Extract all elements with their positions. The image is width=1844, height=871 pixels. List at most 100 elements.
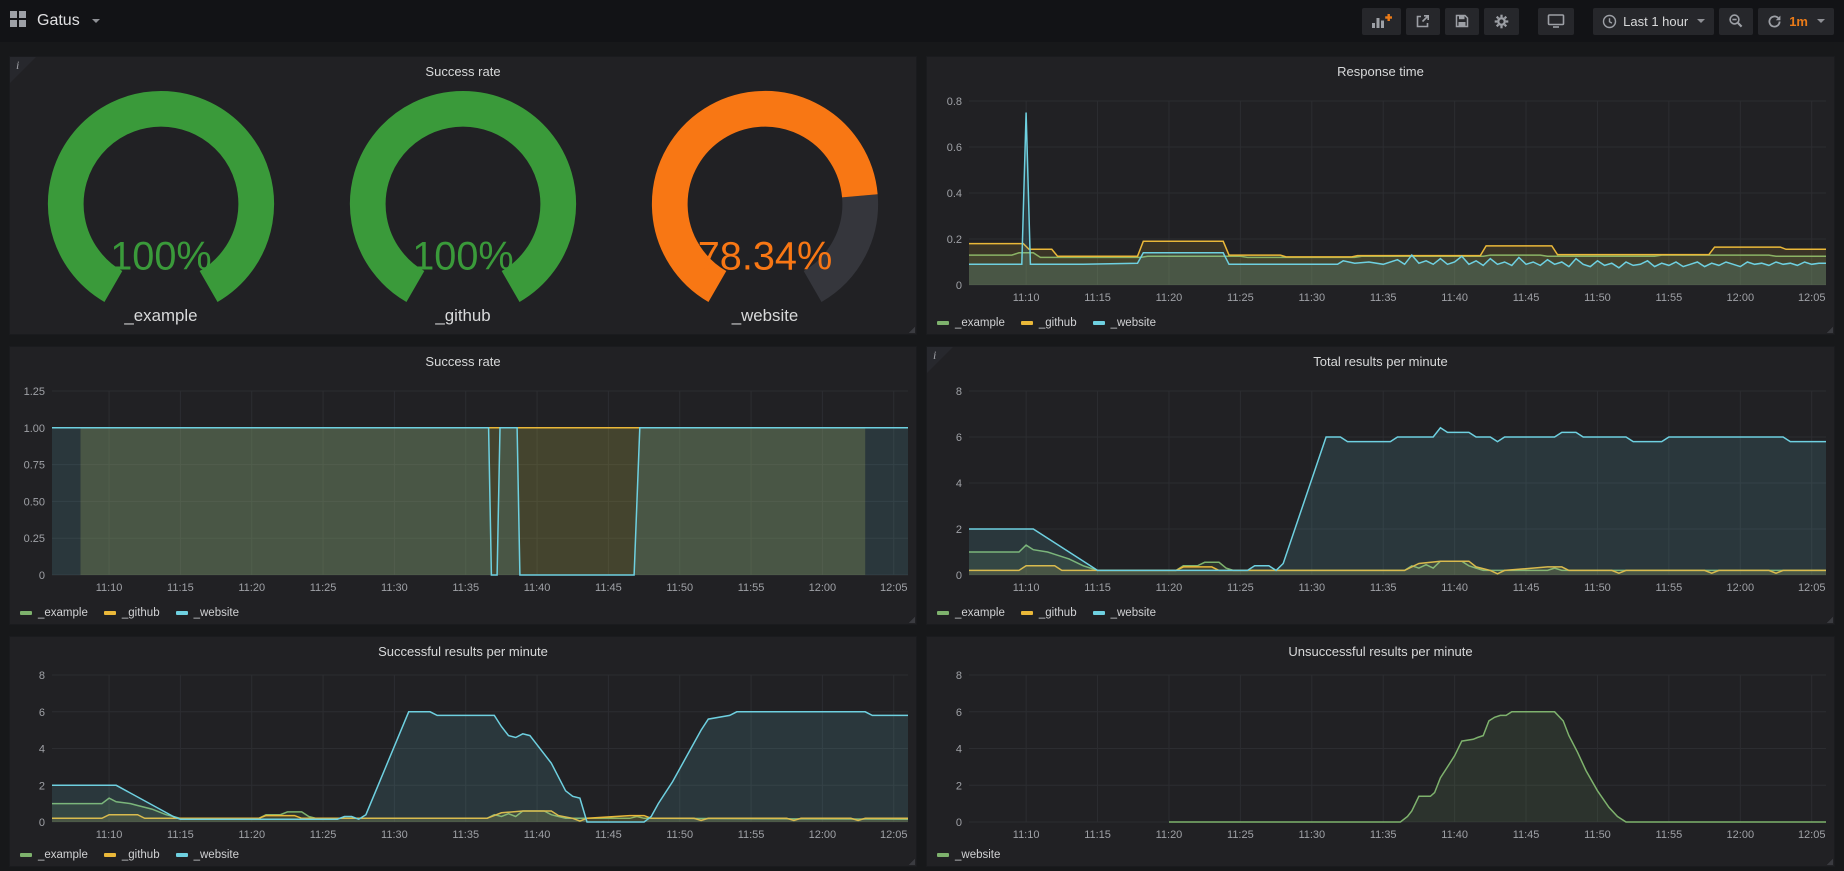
- legend-label: _example: [38, 607, 88, 619]
- y-axis-label: 0.75: [24, 460, 45, 472]
- legend-label: _website: [955, 849, 1000, 861]
- legend-label: _example: [955, 317, 1005, 329]
- top-navbar: Gatus: [0, 0, 1844, 42]
- chart-canvas[interactable]: 0246811:1011:1511:2011:2511:3011:3511:40…: [927, 375, 1834, 624]
- panel-response-time: Response time 00.20.40.60.811:1011:1511:…: [926, 56, 1835, 335]
- refresh-button[interactable]: 1m: [1758, 8, 1834, 35]
- legend-item-_example[interactable]: _example: [937, 317, 1005, 329]
- x-axis-label: 12:05: [880, 829, 908, 841]
- legend-item-_example[interactable]: _example: [20, 849, 88, 861]
- panel-title[interactable]: Success rate: [10, 347, 916, 375]
- x-axis-label: 11:55: [1656, 829, 1683, 841]
- legend-label: _website: [1111, 607, 1156, 619]
- x-axis-label: 11:35: [1370, 829, 1397, 841]
- x-axis-label: 11:45: [595, 829, 622, 841]
- legend-label: _website: [194, 607, 239, 619]
- legend-item-_example[interactable]: _example: [937, 607, 1005, 619]
- x-axis-label: 11:10: [1013, 829, 1040, 841]
- chart-canvas[interactable]: 0246811:1011:1511:2011:2511:3011:3511:40…: [927, 665, 1834, 866]
- panel-success-rate-gauges: i Success rate 100%_example100%_github78…: [9, 56, 917, 335]
- legend-item-_github[interactable]: _github: [1021, 317, 1077, 329]
- x-axis-label: 11:25: [310, 582, 337, 594]
- panel-title[interactable]: Successful results per minute: [10, 637, 916, 665]
- x-axis-label: 11:25: [1227, 829, 1254, 841]
- apps-icon[interactable]: [10, 11, 26, 32]
- legend-item-_website[interactable]: _website: [1093, 607, 1156, 619]
- legend-item-_website[interactable]: _website: [937, 849, 1000, 861]
- x-axis-label: 12:05: [880, 582, 908, 594]
- legend-swatch: [937, 611, 949, 615]
- legend-item-_website[interactable]: _website: [1093, 317, 1156, 329]
- legend-swatch: [1021, 321, 1033, 325]
- x-axis-label: 12:00: [809, 829, 837, 841]
- y-axis-label: 4: [39, 744, 45, 756]
- panel-success-rate-series: Success rate 00.250.500.751.001.2511:101…: [9, 346, 917, 625]
- info-icon[interactable]: [10, 57, 36, 83]
- panel-title[interactable]: Unsuccessful results per minute: [927, 637, 1834, 665]
- x-axis-label: 11:35: [1370, 292, 1397, 304]
- y-axis-label: 0.4: [947, 188, 962, 200]
- panel-unsuccessful-results: Unsuccessful results per minute 0246811:…: [926, 636, 1835, 867]
- settings-button[interactable]: [1484, 8, 1519, 35]
- info-icon[interactable]: [927, 347, 953, 373]
- legend-swatch: [1093, 321, 1105, 325]
- chart-body: 00.250.500.751.001.2511:1011:1511:2011:2…: [10, 375, 916, 624]
- gauge-value: 100%: [110, 235, 211, 279]
- legend-label: _example: [955, 607, 1005, 619]
- panel-title[interactable]: Response time: [927, 57, 1834, 85]
- legend-swatch: [176, 611, 188, 615]
- chart-legend: _example _github _website: [937, 607, 1172, 619]
- x-axis-label: 12:05: [1798, 292, 1826, 304]
- info-icon-letter[interactable]: i: [933, 348, 936, 363]
- x-axis-label: 11:55: [1656, 292, 1683, 304]
- x-axis-label: 11:45: [595, 582, 622, 594]
- panel-title[interactable]: Success rate: [10, 57, 916, 85]
- x-axis-label: 11:55: [1656, 582, 1683, 594]
- y-axis-label: 2: [956, 780, 962, 792]
- legend-label: _github: [1039, 317, 1077, 329]
- legend-item-_website[interactable]: _website: [176, 849, 239, 861]
- chart-canvas[interactable]: 00.20.40.60.811:1011:1511:2011:2511:3011…: [927, 85, 1834, 334]
- gauge-value: 78.34%: [698, 235, 833, 279]
- legend-swatch: [104, 853, 116, 857]
- legend-item-_github[interactable]: _github: [104, 607, 160, 619]
- add-panel-button[interactable]: [1362, 8, 1401, 35]
- x-axis-label: 11:15: [1084, 582, 1111, 594]
- y-axis-label: 0: [39, 570, 45, 582]
- legend-item-_example[interactable]: _example: [20, 607, 88, 619]
- time-range-button[interactable]: Last 1 hour: [1593, 8, 1714, 35]
- y-axis-label: 0: [956, 280, 962, 292]
- x-axis-label: 11:20: [1156, 829, 1183, 841]
- series-area-_website: [1169, 712, 1826, 822]
- zoom-out-button[interactable]: [1719, 8, 1753, 35]
- legend-label: _github: [122, 849, 160, 861]
- share-button[interactable]: [1406, 8, 1440, 35]
- x-axis-label: 12:05: [1798, 829, 1826, 841]
- panel-title[interactable]: Total results per minute: [927, 347, 1834, 375]
- caret-down-icon[interactable]: [92, 19, 100, 23]
- legend-swatch: [937, 853, 949, 857]
- chart-canvas[interactable]: 0246811:1011:1511:2011:2511:3011:3511:40…: [10, 665, 916, 866]
- y-axis-label: 0.6: [947, 142, 962, 154]
- x-axis-label: 11:25: [1227, 582, 1254, 594]
- x-axis-label: 11:50: [1584, 292, 1611, 304]
- x-axis-label: 11:15: [167, 582, 194, 594]
- x-axis-label: 11:30: [1298, 292, 1325, 304]
- x-axis-label: 11:35: [452, 582, 479, 594]
- info-icon-letter[interactable]: i: [16, 58, 19, 73]
- chart-body: 0246811:1011:1511:2011:2511:3011:3511:40…: [10, 665, 916, 866]
- chart-canvas[interactable]: 00.250.500.751.001.2511:1011:1511:2011:2…: [10, 375, 916, 624]
- x-axis-label: 11:40: [524, 829, 551, 841]
- y-axis-label: 8: [956, 670, 962, 682]
- x-axis-label: 12:00: [1727, 582, 1755, 594]
- legend-item-_website[interactable]: _website: [176, 607, 239, 619]
- x-axis-label: 11:45: [1513, 292, 1540, 304]
- dashboard-title[interactable]: Gatus: [37, 12, 80, 30]
- panel-successful-results: Successful results per minute 0246811:10…: [9, 636, 917, 867]
- y-axis-label: 2: [39, 780, 45, 792]
- legend-item-_github[interactable]: _github: [1021, 607, 1077, 619]
- legend-item-_github[interactable]: _github: [104, 849, 160, 861]
- save-button[interactable]: [1445, 8, 1479, 35]
- x-axis-label: 11:55: [738, 582, 765, 594]
- tv-mode-button[interactable]: [1538, 8, 1574, 35]
